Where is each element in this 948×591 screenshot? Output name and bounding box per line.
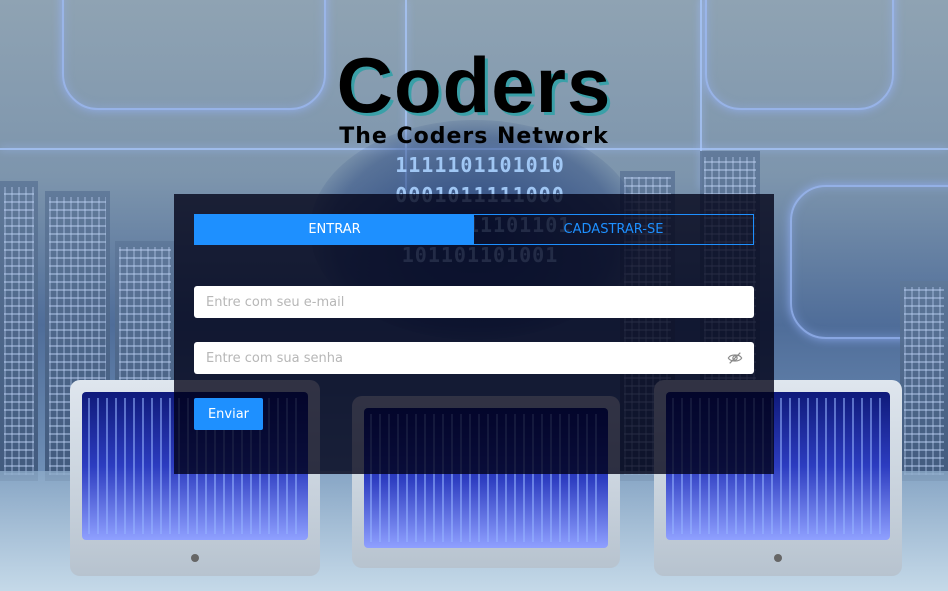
password-input[interactable] bbox=[194, 342, 727, 374]
tab-cadastrar[interactable]: CADASTRAR-SE bbox=[474, 215, 753, 244]
password-field-wrapper bbox=[194, 342, 754, 374]
email-field-wrapper bbox=[194, 286, 754, 318]
auth-panel: ENTRAR CADASTRAR-SE Enviar bbox=[174, 194, 774, 474]
tab-entrar[interactable]: ENTRAR bbox=[195, 215, 474, 244]
skyline-building bbox=[900, 281, 948, 481]
auth-tabs: ENTRAR CADASTRAR-SE bbox=[194, 214, 754, 245]
login-page: 1111101101010000101111100010101011101101… bbox=[0, 0, 948, 591]
email-input[interactable] bbox=[194, 286, 754, 318]
eye-off-icon[interactable] bbox=[727, 350, 743, 366]
submit-button[interactable]: Enviar bbox=[194, 398, 263, 430]
brand-subtitle: The Coders Network bbox=[339, 124, 609, 149]
skyline-building bbox=[0, 181, 38, 481]
brand-title: Coders bbox=[336, 41, 612, 129]
